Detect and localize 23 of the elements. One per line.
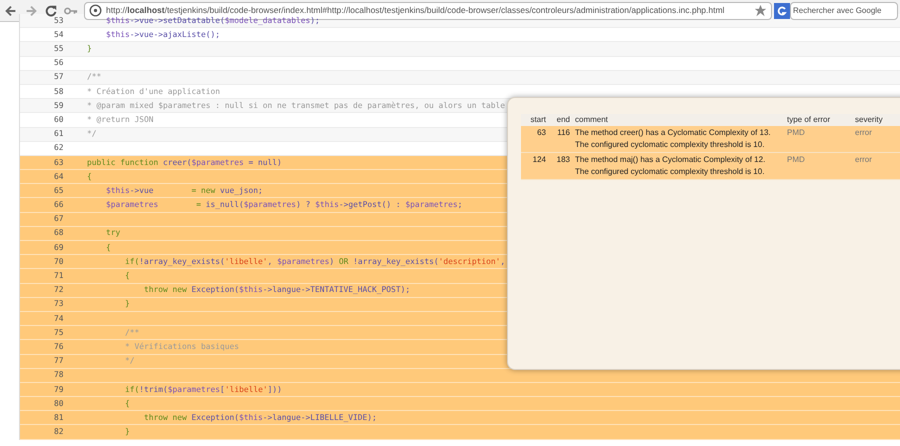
column-header: start [529, 114, 547, 126]
table-cell-text: PMD [786, 127, 806, 139]
comment-text: The configured cyclomatic complexity threshold is 10. [574, 166, 764, 178]
comment-text: The configured cyclomatic complexity threshold is 10. [574, 139, 764, 151]
star-icon[interactable] [754, 4, 767, 17]
g-logo-icon[interactable] [774, 2, 790, 18]
back-icon[interactable] [4, 4, 18, 18]
url-text: http://localhost/testjenkins/build/code-browser/index.html#http://localhost/testjenkins/build/code-browser/classes/controleurs/administration/applications.inc.php.html [106, 4, 726, 17]
table-cell-text: error [854, 154, 873, 166]
table-cell-text: PMD [786, 154, 806, 166]
comment-text: The method maj() has a Cyclomatic Complexity of 12. [574, 154, 766, 166]
column-header: type of error [786, 114, 832, 126]
table-cell-text: error [854, 127, 873, 139]
column-header: comment [574, 114, 609, 126]
column-header: severity [854, 114, 884, 126]
column-header: end [556, 114, 571, 126]
table-cell-text: 183 [556, 154, 571, 166]
table-cell-text: 124 [532, 154, 547, 166]
table-cell-text: 116 [556, 127, 571, 139]
search-field[interactable]: Rechercher avec Google [790, 2, 898, 20]
reload-icon[interactable] [44, 4, 58, 18]
comment-text: The method creer() has a Cyclomatic Complexity of 13. [574, 127, 771, 139]
table-cell-text: 63 [536, 127, 547, 139]
